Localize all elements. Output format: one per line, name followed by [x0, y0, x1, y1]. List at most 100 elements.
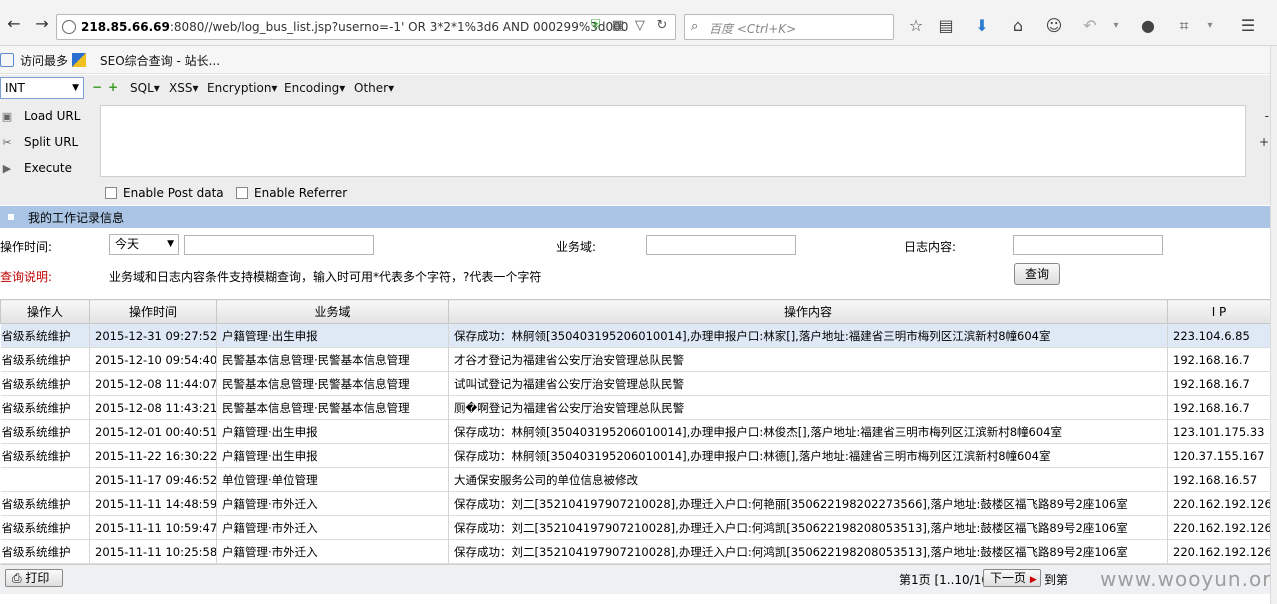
- col-header-ip[interactable]: I P: [1167, 299, 1271, 324]
- menu-icon[interactable]: ☰: [1236, 14, 1260, 38]
- url-textarea[interactable]: [100, 105, 1246, 177]
- col-header-operator[interactable]: 操作人: [0, 299, 90, 324]
- cell-content: 保存成功：林舸领[350403195206010014],办理申报户口:林德[]…: [448, 443, 1168, 468]
- cell-time: 2015-12-01 00:40:51: [89, 419, 217, 444]
- browser-toolbar: ← → 218.85.66.69:8080//web/log_bus_list.…: [0, 0, 1277, 46]
- biz-input[interactable]: [646, 235, 796, 255]
- watermark: www.wooyun.org: [1100, 567, 1277, 591]
- expand-icon[interactable]: +: [1259, 135, 1269, 149]
- cell-biz: 民警基本信息管理·民警基本信息管理: [216, 371, 449, 396]
- table-row[interactable]: 省级系统维护 2015-11-11 14:48:59 户籍管理·市外迁入 保存成…: [0, 491, 1271, 516]
- undo-dropdown-icon[interactable]: ▾: [1104, 14, 1128, 38]
- chat-icon[interactable]: ☺: [1042, 14, 1066, 38]
- reload-icon[interactable]: ↻: [653, 18, 671, 33]
- col-header-biz[interactable]: 业务域: [216, 299, 449, 324]
- enable-post-label: Enable Post data: [123, 186, 224, 200]
- forward-icon[interactable]: →: [32, 14, 52, 34]
- bookmark-star-icon[interactable]: ☆: [904, 14, 928, 38]
- type-select[interactable]: INT ▼: [0, 77, 84, 99]
- cell-biz: 户籍管理·市外迁入: [216, 491, 449, 516]
- op-time-label: 操作时间:: [0, 240, 53, 254]
- table-row[interactable]: 省级系统维护 2015-12-31 09:27:52 户籍管理·出生申报 保存成…: [0, 323, 1271, 348]
- cell-biz: 民警基本信息管理·民警基本信息管理: [216, 395, 449, 420]
- query-button[interactable]: 查询: [1014, 263, 1060, 285]
- crop-icon[interactable]: ⌗: [1172, 14, 1196, 38]
- dropdown-icon[interactable]: ▽: [631, 18, 649, 33]
- cell-time: 2015-12-08 11:44:07: [89, 371, 217, 396]
- bookmark-seo[interactable]: SEO综合查询 - 站长...: [100, 52, 220, 69]
- table-row[interactable]: 省级系统维护 2015-12-01 00:40:51 户籍管理·出生申报 保存成…: [0, 419, 1271, 444]
- split-url-icon: ✂: [2, 135, 12, 149]
- cell-content: 保存成功：林舸领[350403195206010014],办理申报户口:林家[]…: [448, 323, 1168, 348]
- cell-time: 2015-11-11 14:48:59: [89, 491, 217, 516]
- panel-title: 我的工作记录信息: [28, 211, 125, 225]
- table-footer: ⎙ 打印 第1页 [1..10/10] 下一页 ▶ 到第 www.wooyun.…: [0, 564, 1277, 594]
- cell-ip: 192.168.16.7: [1167, 347, 1271, 372]
- enable-post-checkbox[interactable]: Enable Post data: [105, 186, 224, 200]
- next-arrow-icon: ▶: [1029, 575, 1037, 585]
- url-bar[interactable]: 218.85.66.69:8080//web/log_bus_list.jsp?…: [56, 14, 676, 40]
- bookmark-most-visited[interactable]: 访问最多: [20, 52, 68, 69]
- col-header-content[interactable]: 操作内容: [448, 299, 1168, 324]
- qr-code-icon[interactable]: ▦: [609, 18, 627, 33]
- checkbox-icon: [105, 187, 117, 199]
- menu-encoding[interactable]: Encoding▾: [284, 81, 345, 95]
- shrink-icon[interactable]: -: [1265, 109, 1269, 123]
- cell-time: 2015-12-08 11:43:21: [89, 395, 217, 420]
- menu-xss[interactable]: XSS▾: [169, 81, 198, 95]
- load-url-button[interactable]: ▣ Load URL: [0, 109, 81, 124]
- cell-biz: 户籍管理·出生申报: [216, 419, 449, 444]
- url-host: 218.85.66.69: [81, 20, 170, 34]
- table-row[interactable]: 省级系统维护 2015-12-08 11:44:07 民警基本信息管理·民警基本…: [0, 371, 1271, 396]
- next-page-label: 下一页: [990, 571, 1027, 585]
- comment-icon[interactable]: ●: [1136, 14, 1160, 38]
- crop-dropdown-icon[interactable]: ▾: [1198, 14, 1222, 38]
- op-time-input[interactable]: [184, 235, 374, 255]
- cell-content: 大通保安服务公司的单位信息被修改: [448, 467, 1168, 492]
- download-icon[interactable]: ⬇: [970, 14, 994, 38]
- reading-list-icon[interactable]: ▤: [934, 14, 958, 38]
- plus-icon[interactable]: +: [108, 80, 118, 94]
- url-bar-icons: ⛨ ▦ ▽ ↻: [587, 18, 671, 33]
- op-time-select[interactable]: 今天 ▼: [109, 234, 179, 255]
- biz-label: 业务域:: [556, 240, 597, 254]
- table-row[interactable]: 省级系统维护 2015-11-22 16:30:22 户籍管理·出生申报 保存成…: [0, 443, 1271, 468]
- enable-referrer-checkbox[interactable]: Enable Referrer: [236, 186, 347, 200]
- cell-biz: 户籍管理·出生申报: [216, 323, 449, 348]
- query-note-label: 查询说明:: [0, 270, 53, 284]
- page-scrollbar[interactable]: [1270, 46, 1277, 604]
- print-button[interactable]: ⎙ 打印: [5, 569, 63, 587]
- minus-icon[interactable]: −: [92, 80, 102, 94]
- cell-operator: 省级系统维护: [0, 347, 90, 372]
- globe-icon: [62, 20, 76, 34]
- url-text[interactable]: 218.85.66.69:8080//web/log_bus_list.jsp?…: [81, 20, 628, 34]
- log-input[interactable]: [1013, 235, 1163, 255]
- table-row[interactable]: 省级系统维护 2015-12-10 09:54:40 民警基本信息管理·民警基本…: [0, 347, 1271, 372]
- log-table: 操作人 操作时间 业务域 操作内容 I P 省级系统维护 2015-12-31 …: [0, 299, 1271, 564]
- split-url-button[interactable]: ✂ Split URL: [0, 135, 78, 150]
- cell-operator: [0, 467, 90, 492]
- table-row[interactable]: 省级系统维护 2015-12-08 11:43:21 民警基本信息管理·民警基本…: [0, 395, 1271, 420]
- table-row[interactable]: 2015-11-17 09:46:52 单位管理·单位管理 大通保安服务公司的单…: [0, 467, 1271, 492]
- table-row[interactable]: 省级系统维护 2015-11-11 10:25:58 户籍管理·市外迁入 保存成…: [0, 539, 1271, 564]
- search-icon: ⌕: [691, 19, 699, 34]
- execute-button[interactable]: ▶ Execute: [0, 161, 72, 176]
- home-icon[interactable]: ⌂: [1006, 14, 1030, 38]
- cell-ip: 123.101.175.33: [1167, 419, 1271, 444]
- back-icon[interactable]: ←: [4, 14, 24, 34]
- next-page-button[interactable]: 下一页 ▶: [983, 569, 1041, 587]
- checkbox-icon: [236, 187, 248, 199]
- menu-other[interactable]: Other▾: [354, 81, 394, 95]
- menu-sql[interactable]: SQL▾: [130, 81, 160, 95]
- menu-encryption[interactable]: Encryption▾: [207, 81, 277, 95]
- search-bar[interactable]: ⌕ 百度 <Ctrl+K>: [684, 14, 894, 40]
- shield-icon[interactable]: ⛨: [587, 18, 605, 33]
- cell-ip: 223.104.6.85: [1167, 323, 1271, 348]
- col-header-time[interactable]: 操作时间: [89, 299, 217, 324]
- cell-biz: 民警基本信息管理·民警基本信息管理: [216, 347, 449, 372]
- table-row[interactable]: 省级系统维护 2015-11-11 10:59:47 户籍管理·市外迁入 保存成…: [0, 515, 1271, 540]
- cell-operator: 省级系统维护: [0, 515, 90, 540]
- undo-icon[interactable]: ↶: [1078, 14, 1102, 38]
- chevron-down-icon: ▼: [167, 239, 174, 249]
- cell-biz: 单位管理·单位管理: [216, 467, 449, 492]
